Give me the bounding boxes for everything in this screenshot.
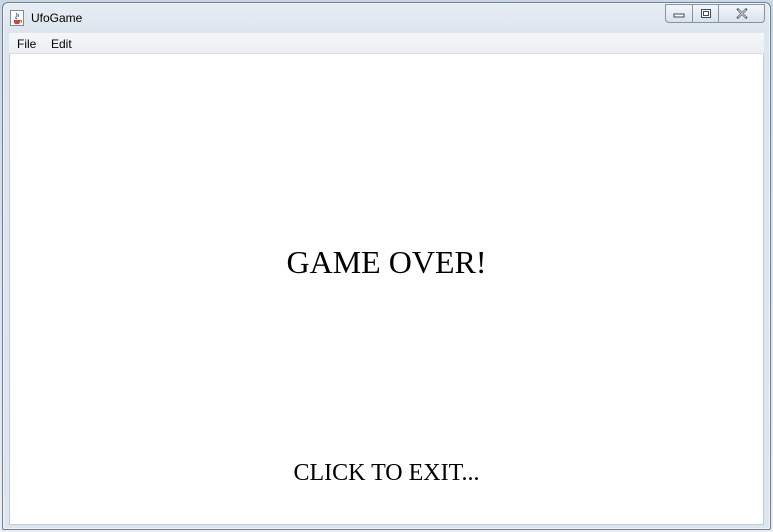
menu-file[interactable]: File (17, 37, 36, 51)
click-to-exit-prompt[interactable]: CLICK TO EXIT... (10, 460, 763, 487)
menu-edit[interactable]: Edit (51, 37, 72, 51)
app-window: UfoGame File Edit GAME OVER! CLICK TO EX… (2, 2, 771, 530)
game-canvas[interactable]: GAME OVER! CLICK TO EXIT... (9, 54, 764, 525)
title-bar[interactable]: UfoGame (3, 3, 770, 33)
window-title: UfoGame (31, 11, 83, 25)
maximize-button[interactable] (692, 4, 718, 23)
java-cup-icon (10, 10, 24, 26)
minimize-icon (673, 13, 685, 17)
close-icon (735, 8, 748, 19)
minimize-button[interactable] (665, 4, 692, 23)
menu-bar: File Edit (9, 33, 764, 54)
close-button[interactable] (718, 4, 765, 23)
maximize-icon (700, 9, 711, 18)
game-over-message: GAME OVER! (286, 244, 487, 280)
caption-buttons (665, 4, 765, 23)
